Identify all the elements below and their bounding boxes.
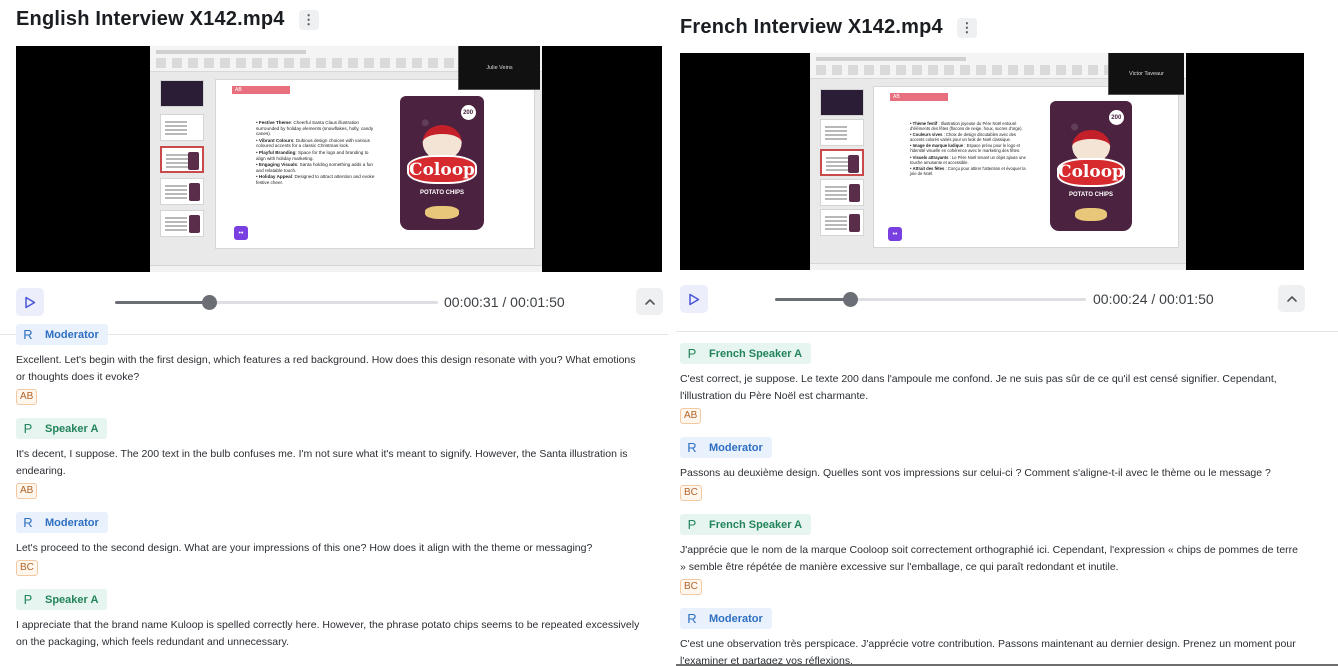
transcript-text: Passons au deuxième design. Quelles sont…: [680, 467, 1271, 479]
design-tag[interactable]: AB: [680, 408, 702, 424]
speaker-name: Speaker A: [45, 593, 99, 606]
time-display: 00:00:31 / 00:01:50: [444, 294, 565, 310]
slide-bullets: • Festive Theme: Cheerful Santa Claus il…: [256, 120, 375, 185]
transcript-entry: P French Speaker A J'apprécie que le nom …: [680, 514, 1300, 595]
speaker-name: French Speaker A: [709, 347, 803, 360]
participant-tile: Victor Taveaur: [1108, 53, 1184, 95]
transcript-list: R Moderator Excellent. Let's begin with t…: [16, 324, 646, 666]
progress-fill: [115, 301, 209, 304]
collapse-button[interactable]: [636, 288, 663, 315]
duration: 00:01:50: [1159, 291, 1214, 307]
slide-thumbnails: [812, 85, 866, 256]
speaker-chip[interactable]: R Moderator: [680, 608, 772, 629]
transcript-text: C'est correct, je suppose. Le texte 200 …: [680, 373, 1277, 402]
speaker-chip[interactable]: R Moderator: [16, 512, 108, 533]
speaker-name: Moderator: [709, 441, 763, 454]
chip-bag-image: 200 Coloop POTATO CHIPS: [400, 96, 484, 230]
transcript-entry: R Moderator Let's proceed to the second d…: [16, 512, 646, 576]
speaker-chip[interactable]: P Speaker A: [16, 589, 108, 610]
design-tag[interactable]: BC: [680, 579, 702, 595]
design-tag[interactable]: AB: [16, 483, 38, 499]
slide-bullets: • Thème festif : Illustration joyeuse du…: [910, 121, 1026, 176]
transcript-entry: P Speaker A I appreciate that the brand n…: [16, 589, 646, 651]
transcript-text: C'est une observation très perspicace. J…: [680, 638, 1296, 666]
participant-name: Victor Taveaur: [1129, 70, 1164, 77]
speaker-name: Moderator: [709, 612, 763, 625]
speaker-chip[interactable]: P French Speaker A: [680, 514, 812, 535]
slide-preview: AB • Thème festif : Illustration joyeuse…: [874, 87, 1178, 247]
slide-tag: AB: [893, 94, 900, 100]
transcript-text: Excellent. Let's begin with the first de…: [16, 354, 636, 383]
french-interview-panel: French Interview X142.mp4 ⋮ AB • Thème f…: [676, 0, 1338, 666]
speaker-avatar: R: [687, 440, 697, 455]
transcript-list: P French Speaker A C'est correct, je supp…: [680, 343, 1300, 666]
speaker-avatar: P: [23, 421, 33, 436]
player-controls: 00:00:24 / 00:01:50: [680, 285, 1305, 315]
speaker-avatar: R: [23, 515, 33, 530]
transcript-text: It's decent, I suppose. The 200 text in …: [16, 448, 628, 477]
slide-thumbnails: [152, 78, 206, 258]
speaker-name: Speaker A: [45, 422, 99, 435]
design-tag[interactable]: BC: [16, 560, 38, 576]
design-tag[interactable]: BC: [680, 485, 702, 501]
player-controls: 00:00:31 / 00:01:50: [16, 288, 663, 318]
transcript-entry: R Moderator Passons au deuxième design. Q…: [680, 437, 1300, 501]
copilot-icon: ••: [234, 226, 248, 240]
progress-knob[interactable]: [201, 295, 217, 310]
play-icon: [689, 293, 700, 305]
participant-tile: Julie Veins: [458, 46, 540, 90]
speaker-name: French Speaker A: [709, 518, 803, 531]
video-player[interactable]: AB • Festive Theme: Cheerful Santa Claus…: [16, 46, 662, 272]
time-display: 00:00:24 / 00:01:50: [1093, 291, 1214, 307]
speaker-avatar: R: [23, 327, 33, 342]
ppt-statusbar: [150, 265, 542, 272]
current-time: 00:00:24: [1093, 291, 1148, 307]
video-title: French Interview X142.mp4: [680, 16, 943, 38]
title-row: French Interview X142.mp4 ⋮: [680, 16, 977, 39]
transcript-entry: R Moderator C'est une observation très pe…: [680, 608, 1300, 666]
speaker-avatar: R: [687, 611, 697, 626]
speaker-avatar: P: [23, 592, 33, 607]
speaker-chip[interactable]: R Moderator: [16, 324, 108, 345]
video-player[interactable]: AB • Thème festif : Illustration joyeuse…: [680, 53, 1304, 270]
speaker-chip[interactable]: R Moderator: [680, 437, 772, 458]
play-button[interactable]: [16, 288, 44, 316]
speaker-avatar: P: [687, 517, 697, 532]
video-title: English Interview X142.mp4: [16, 8, 285, 30]
speaker-name: Moderator: [45, 516, 99, 529]
kebab-icon[interactable]: ⋮: [956, 17, 977, 38]
transcript-entry: P Speaker A It's decent, I suppose. The 2…: [16, 418, 646, 499]
slide-preview: AB • Festive Theme: Cheerful Santa Claus…: [216, 80, 534, 248]
duration: 00:01:50: [510, 294, 565, 310]
copilot-icon: ••: [888, 227, 902, 241]
progress-knob[interactable]: [842, 292, 858, 307]
transcript-entry: P French Speaker A C'est correct, je supp…: [680, 343, 1300, 424]
divider: [676, 331, 1338, 332]
progress-track[interactable]: [775, 292, 1086, 307]
transcript-text: J'apprécie que le nom de la marque Coolo…: [680, 544, 1299, 573]
kebab-icon[interactable]: ⋮: [298, 9, 319, 30]
transcript-text: Let's proceed to the second design. What…: [16, 542, 593, 554]
ppt-statusbar: [810, 263, 1186, 270]
transcript-entry: R Moderator Excellent. Let's begin with t…: [16, 324, 646, 405]
transcript-text: I appreciate that the brand name Kuloop …: [16, 619, 640, 648]
design-tag[interactable]: AB: [16, 389, 38, 405]
slide-tag: AB: [235, 87, 242, 93]
progress-track[interactable]: [115, 295, 438, 310]
speaker-chip[interactable]: P French Speaker A: [680, 343, 812, 364]
speaker-chip[interactable]: P Speaker A: [16, 418, 108, 439]
current-time: 00:00:31: [444, 294, 499, 310]
chevron-up-icon: [1286, 295, 1297, 302]
chevron-up-icon: [644, 298, 655, 305]
collapse-button[interactable]: [1278, 285, 1305, 312]
play-icon: [25, 296, 36, 308]
chip-bag-image: 200 Coloop POTATO CHIPS: [1050, 101, 1132, 231]
title-row: English Interview X142.mp4 ⋮: [16, 8, 319, 31]
speaker-name: Moderator: [45, 328, 99, 341]
english-interview-panel: English Interview X142.mp4 ⋮ AB • Festiv…: [0, 0, 668, 666]
play-button[interactable]: [680, 285, 708, 313]
progress-fill: [775, 298, 850, 301]
speaker-avatar: P: [687, 346, 697, 361]
participant-name: Julie Veins: [486, 64, 513, 71]
